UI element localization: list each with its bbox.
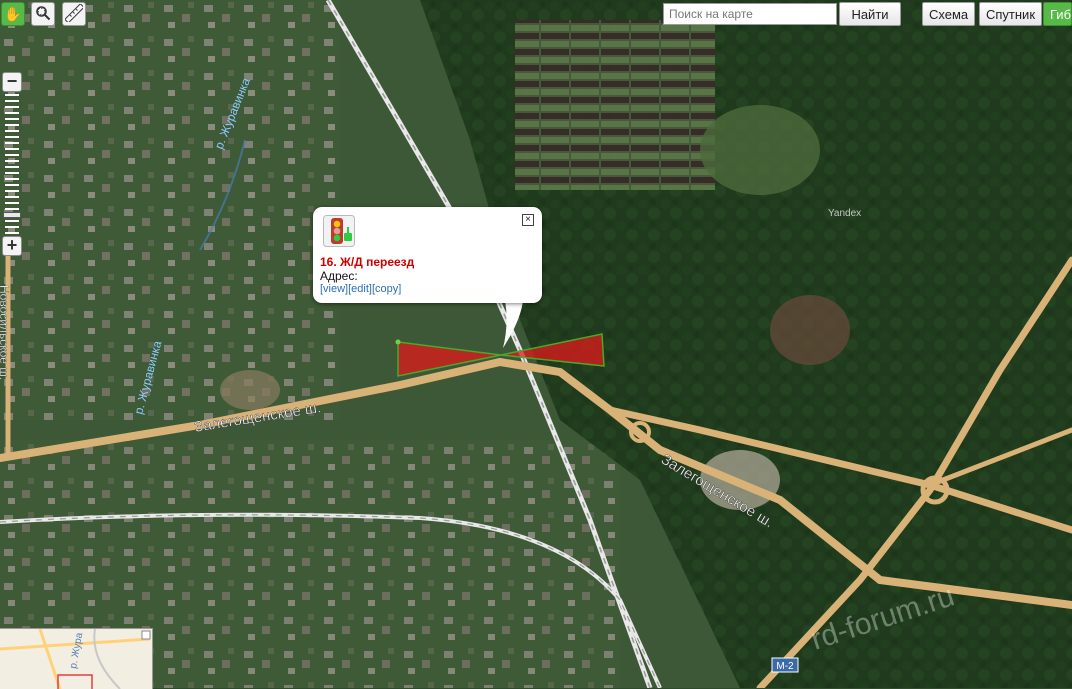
zoom-control[interactable]: − +: [2, 72, 22, 258]
edit-link[interactable]: [edit]: [348, 283, 372, 295]
popup-address-label: Адрес:: [320, 269, 358, 283]
street-label-vertical: Новосильское ш.: [0, 285, 11, 380]
pan-tool-button[interactable]: ✋: [1, 2, 25, 26]
layer-scheme-button[interactable]: Схема: [922, 2, 976, 26]
layer-satellite-button[interactable]: Спутник: [979, 2, 1043, 26]
highway-badge-text: М-2: [776, 661, 794, 672]
zoom-in-button[interactable]: +: [2, 236, 22, 256]
sector-vertex-marker[interactable]: [395, 339, 401, 345]
popup-tail: [503, 300, 523, 348]
view-link[interactable]: [view]: [320, 283, 348, 295]
layer-hybrid-button[interactable]: Гибрид: [1043, 2, 1072, 26]
highway-badge: М-2: [771, 657, 799, 673]
popup-links: [view][edit][copy]: [320, 283, 401, 295]
traffic-light-icon: [323, 215, 355, 247]
zoom-slider-handle[interactable]: [3, 212, 21, 219]
popup-title: 16. Ж/Д переезд: [320, 255, 415, 269]
overview-minimap[interactable]: р. Жура: [0, 628, 153, 689]
provider-label: Yandex: [828, 208, 861, 219]
magnifier-zoom-icon: [35, 5, 51, 24]
hand-icon: ✋: [4, 5, 22, 22]
close-icon[interactable]: ×: [522, 214, 534, 226]
search-button[interactable]: Найти: [839, 2, 901, 26]
zoom-box-tool-button[interactable]: [31, 2, 55, 26]
ruler-tool-button[interactable]: [62, 2, 86, 26]
zoom-out-button[interactable]: −: [2, 72, 22, 92]
object-popup: × 16. Ж/Д переезд Адрес: [view][edit][co…: [313, 207, 542, 303]
map-search-input[interactable]: [663, 3, 837, 25]
ruler-icon: [64, 2, 85, 25]
copy-link[interactable]: [copy]: [372, 283, 401, 295]
